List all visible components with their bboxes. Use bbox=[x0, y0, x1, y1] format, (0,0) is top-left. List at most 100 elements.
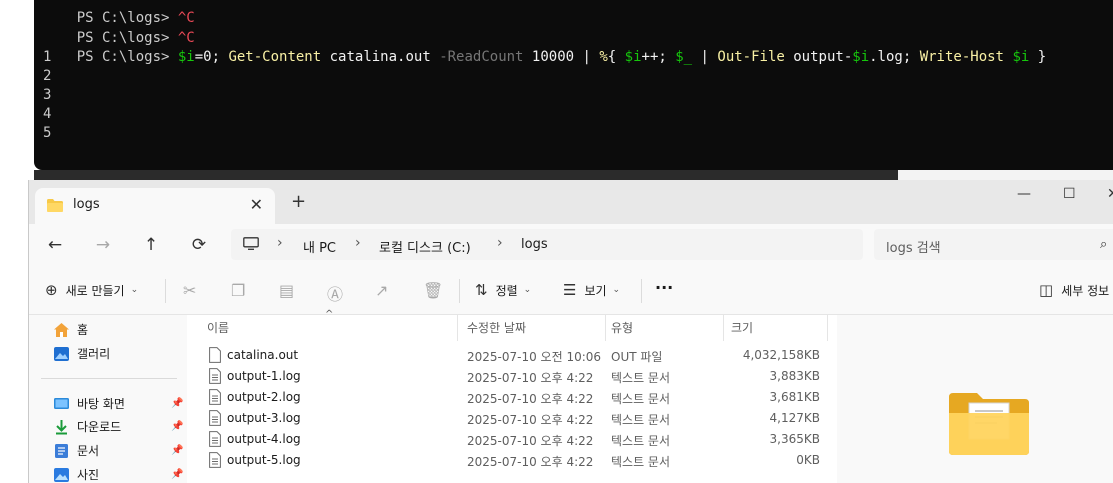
file-row[interactable]: output-5.log 2025-07-10 오후 4:22 텍스트 문서 0KB bbox=[187, 450, 837, 471]
file-row[interactable]: output-4.log 2025-07-10 오후 4:22 텍스트 문서 3,36… bbox=[187, 429, 837, 450]
rename-icon[interactable]: Ⓐ bbox=[327, 281, 343, 305]
maximize-button[interactable]: ☐ bbox=[1063, 186, 1076, 202]
divider bbox=[641, 279, 642, 303]
preview-pane bbox=[837, 315, 1113, 483]
file-row[interactable]: output-2.log 2025-07-10 오후 4:22 텍스트 문서 3,68… bbox=[187, 387, 837, 408]
column-divider[interactable] bbox=[605, 315, 606, 341]
cut-icon[interactable]: ✂ bbox=[183, 281, 196, 300]
view-button[interactable]: ☰ 보기 ⌄ bbox=[563, 281, 620, 299]
file-icon bbox=[209, 347, 221, 363]
document-icon bbox=[55, 443, 68, 458]
divider bbox=[459, 279, 460, 303]
sidebar-item-gallery[interactable]: 갤러리 bbox=[53, 345, 110, 362]
details-pane-button[interactable]: ◫ 세부 정보 bbox=[1039, 281, 1109, 299]
column-header-type[interactable]: 유형 bbox=[611, 319, 633, 336]
sidebar-item-home[interactable]: 홈 bbox=[53, 321, 88, 338]
forward-button[interactable]: → bbox=[91, 233, 115, 257]
command-token: { bbox=[607, 49, 625, 65]
download-icon bbox=[56, 419, 67, 434]
terminal-command-line: PS C:\logs> $i=0; Get-Content catalina.o… bbox=[43, 29, 1046, 65]
file-row[interactable]: output-3.log 2025-07-10 오후 4:22 텍스트 문서 4,12… bbox=[187, 408, 837, 429]
column-header-name[interactable]: 이름 bbox=[207, 319, 229, 336]
file-row[interactable]: catalina.out 2025-07-10 오전 10:06 OUT 파일 4,0… bbox=[187, 345, 837, 366]
desktop-icon bbox=[54, 397, 69, 409]
command-token: } bbox=[1029, 49, 1047, 65]
file-type: OUT 파일 bbox=[611, 350, 663, 364]
paste-icon[interactable]: ▤ bbox=[279, 281, 294, 300]
file-modified: 2025-07-10 오후 4:22 bbox=[467, 392, 594, 406]
navigation-bar: ← → ↑ ⟳ › 내 PC › 로컬 디스크 (C:) › logs logs… bbox=[29, 224, 1113, 267]
file-size: 3,365KB bbox=[769, 432, 820, 446]
chevron-right-icon: › bbox=[497, 235, 503, 251]
more-options-button[interactable]: ··· bbox=[655, 278, 673, 297]
breadcrumb-local-disk[interactable]: 로컬 디스크 (C:) bbox=[379, 237, 471, 256]
address-bar[interactable]: › 내 PC › 로컬 디스크 (C:) › logs bbox=[231, 229, 863, 260]
file-icon bbox=[209, 368, 221, 384]
sidebar-item-label: 다운로드 bbox=[77, 420, 122, 434]
terminal-prompt: PS C:\logs> bbox=[76, 49, 178, 65]
view-button-label: 보기 bbox=[584, 283, 607, 298]
pin-icon: 📌 bbox=[171, 421, 184, 432]
share-icon[interactable]: ↗ bbox=[375, 281, 388, 300]
plus-circle-icon: ⊕ bbox=[45, 281, 58, 299]
chevron-right-icon: › bbox=[277, 235, 283, 251]
search-icon: ⌕ bbox=[1100, 237, 1108, 252]
file-row[interactable]: output-1.log 2025-07-10 오후 4:22 텍스트 문서 3,88… bbox=[187, 366, 837, 387]
sidebar-item-documents[interactable]: 문서 📌 bbox=[53, 442, 183, 459]
file-size: 4,127KB bbox=[769, 411, 820, 425]
sidebar-item-label: 바탕 화면 bbox=[77, 397, 125, 411]
breadcrumb-logs[interactable]: logs bbox=[521, 237, 548, 252]
new-tab-button[interactable]: + bbox=[291, 191, 306, 212]
close-window-button[interactable]: ✕ bbox=[1107, 186, 1113, 202]
file-icon bbox=[209, 389, 221, 405]
sidebar-item-downloads[interactable]: 다운로드 📌 bbox=[53, 418, 183, 435]
divider bbox=[165, 279, 166, 303]
file-name: output-2.log bbox=[227, 390, 301, 404]
tab-logs[interactable]: logs ✕ bbox=[35, 188, 275, 224]
command-token: $i bbox=[177, 49, 195, 65]
sidebar-item-label: 갤러리 bbox=[77, 347, 111, 361]
file-modified: 2025-07-10 오후 4:22 bbox=[467, 371, 594, 385]
file-name: output-3.log bbox=[227, 411, 301, 425]
details-pane-icon: ◫ bbox=[1039, 281, 1054, 299]
sidebar-item-pictures[interactable]: 사진 📌 bbox=[53, 466, 183, 483]
search-placeholder: logs 검색 bbox=[886, 241, 941, 256]
up-button[interactable]: ↑ bbox=[139, 233, 163, 257]
new-button[interactable]: ⊕ 새로 만들기 ⌄ bbox=[45, 281, 138, 299]
search-box[interactable]: logs 검색 ⌕ bbox=[874, 229, 1113, 260]
close-icon[interactable]: ✕ bbox=[250, 195, 263, 214]
command-token: Get-Content bbox=[228, 49, 322, 65]
file-explorer-window: logs ✕ + — ☐ ✕ ← → ↑ ⟳ › 내 PC › 로컬 디스크 (… bbox=[28, 180, 1113, 483]
file-type: 텍스트 문서 bbox=[611, 392, 671, 406]
copy-icon[interactable]: ❐ bbox=[231, 281, 245, 300]
minimize-button[interactable]: — bbox=[1017, 186, 1031, 202]
file-name: catalina.out bbox=[227, 348, 299, 362]
chevron-down-icon: ⌄ bbox=[612, 285, 621, 295]
terminal-output-line: 3 bbox=[43, 87, 52, 103]
back-button[interactable]: ← bbox=[43, 233, 67, 257]
breadcrumb-this-pc[interactable]: 내 PC bbox=[303, 237, 336, 256]
command-token: Write-Host bbox=[919, 49, 1004, 65]
command-token: .log; bbox=[869, 49, 920, 65]
file-list: ^ 이름 수정한 날짜 유형 크기 catalina.out 2025-07-10… bbox=[187, 309, 837, 483]
refresh-button[interactable]: ⟳ bbox=[187, 233, 211, 257]
pin-icon: 📌 bbox=[171, 445, 184, 456]
command-token: $_ bbox=[675, 49, 693, 65]
column-divider[interactable] bbox=[827, 315, 828, 341]
sort-button[interactable]: ⇅ 정렬 ⌄ bbox=[475, 281, 531, 299]
sort-icon: ⇅ bbox=[475, 281, 488, 299]
powershell-terminal[interactable]: PS C:\logs> ^C PS C:\logs> ^C PS C:\logs… bbox=[34, 0, 1113, 170]
chevron-down-icon: ⌄ bbox=[523, 285, 532, 295]
file-size: 4,032,158KB bbox=[742, 348, 820, 362]
column-header-size[interactable]: 크기 bbox=[731, 319, 753, 336]
sidebar-item-desktop[interactable]: 바탕 화면 📌 bbox=[53, 395, 183, 412]
computer-icon bbox=[243, 237, 259, 250]
terminal-output-line: 4 bbox=[43, 106, 52, 122]
sidebar-item-label: 사진 bbox=[77, 468, 100, 482]
column-header-modified[interactable]: 수정한 날짜 bbox=[467, 319, 526, 336]
sidebar-item-label: 홈 bbox=[77, 323, 89, 337]
column-divider[interactable] bbox=[723, 315, 724, 341]
delete-icon[interactable]: 🗑 bbox=[423, 281, 443, 300]
column-divider[interactable] bbox=[457, 315, 458, 341]
file-type: 텍스트 문서 bbox=[611, 413, 671, 427]
